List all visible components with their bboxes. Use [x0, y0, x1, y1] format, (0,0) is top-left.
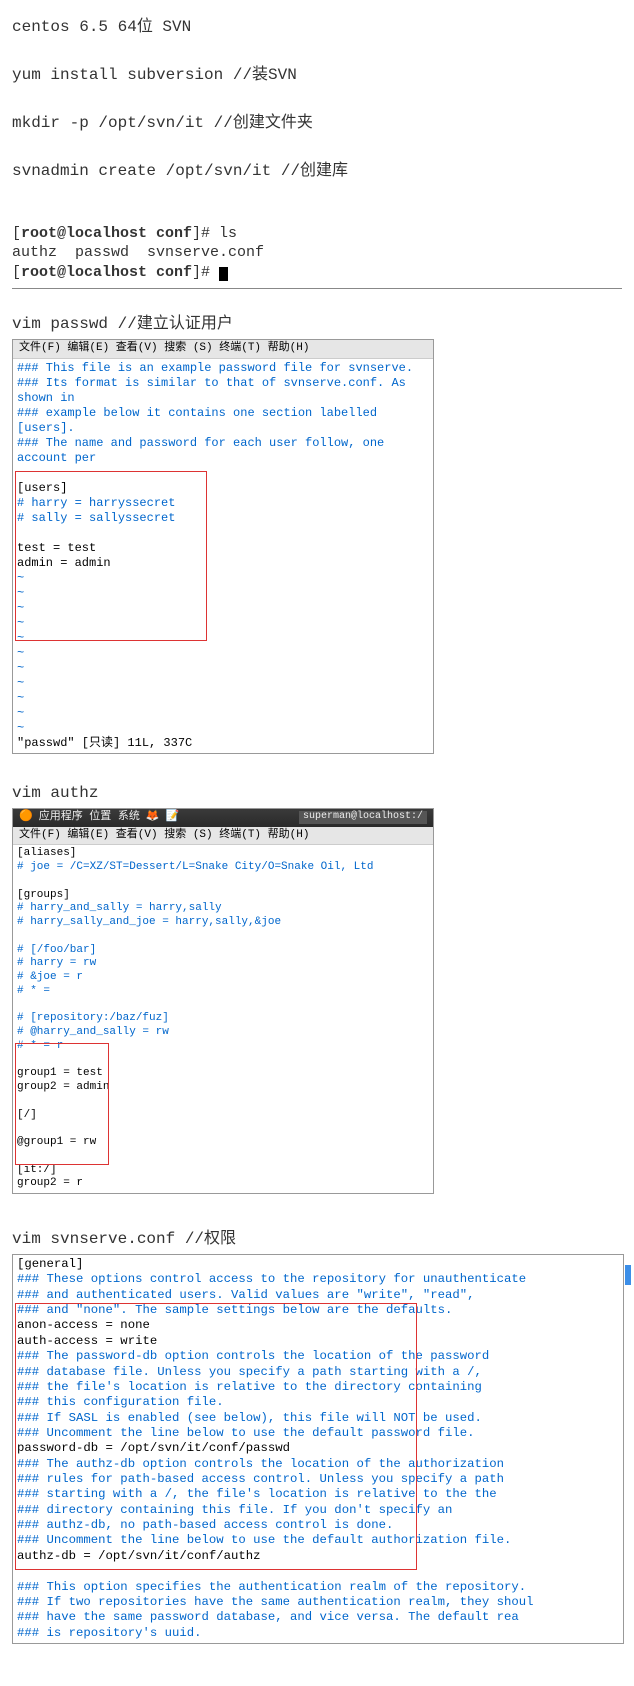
code-line: [groups] — [17, 889, 431, 903]
authz-content: [aliases]# joe = /C=XZ/ST=Dessert/L=Snak… — [13, 845, 433, 1193]
cmd-install: yum install subversion //装SVN — [12, 60, 622, 84]
code-line: # joe = /C=XZ/ST=Dessert/L=Snake City/O=… — [17, 861, 431, 875]
passwd-content: ### This file is an example password fil… — [13, 359, 433, 753]
code-line: ### Its format is similar to that of svn… — [17, 376, 431, 406]
cmd-svnadmin: svnadmin create /opt/svn/it //创建库 — [12, 156, 622, 180]
passwd-title: vim passwd //建立认证用户 — [12, 309, 622, 333]
code-line: [it:/] — [17, 1164, 431, 1178]
authz-title: vim authz — [12, 784, 622, 802]
passwd-highlight-box — [15, 471, 207, 641]
code-line: ### The name and password for each user … — [17, 436, 431, 466]
authz-highlight-box — [15, 1043, 109, 1165]
apps-icon: 🟠 — [19, 811, 33, 825]
code-line: # harry_and_sally = harry,sally — [17, 902, 431, 916]
code-line: ~ — [17, 661, 431, 676]
code-line: # harry_sally_and_joe = harry,sally,&joe — [17, 916, 431, 930]
code-line: # harry = rw — [17, 957, 431, 971]
code-line — [17, 875, 431, 889]
code-line: ~ — [17, 721, 431, 736]
authz-topbar[interactable]: 🟠 应用程序 位置 系统 🦊 📝 superman@localhost:/ — [13, 809, 433, 827]
code-line — [17, 999, 431, 1013]
code-line: ### This file is an example password fil… — [17, 361, 431, 376]
code-line: ### and authenticated users. Valid value… — [17, 1288, 621, 1303]
code-line: ~ — [17, 706, 431, 721]
cmd-mkdir: mkdir -p /opt/svn/it //创建文件夹 — [12, 108, 622, 132]
svnserve-screenshot: [general]### These options control acces… — [12, 1254, 624, 1644]
svnserve-highlight-box — [15, 1303, 417, 1570]
authz-screenshot: 🟠 应用程序 位置 系统 🦊 📝 superman@localhost:/ 文件… — [12, 808, 434, 1194]
svnserve-title: vim svnserve.conf //权限 — [12, 1224, 622, 1248]
code-line: ### This option specifies the authentica… — [17, 1580, 621, 1595]
authz-menubar[interactable]: 文件(F) 编辑(E) 查看(V) 搜索 (S) 终端(T) 帮助(H) — [13, 827, 433, 846]
code-line: ### If two repositories have the same au… — [17, 1595, 621, 1610]
code-line: [aliases] — [17, 847, 431, 861]
firefox-icon[interactable]: 🦊 — [146, 811, 160, 825]
code-line: ~ — [17, 646, 431, 661]
topbar-host-tag: superman@localhost:/ — [299, 811, 427, 824]
code-line: # * = — [17, 985, 431, 999]
note-icon[interactable]: 📝 — [166, 811, 180, 825]
code-line: ### example below it contains one sectio… — [17, 406, 431, 436]
topbar-text: 应用程序 位置 系统 — [39, 811, 140, 825]
code-line: ### have the same password database, and… — [17, 1610, 621, 1625]
code-line: ### is repository's uuid. — [17, 1626, 621, 1641]
code-line: # @harry_and_sally = rw — [17, 1026, 431, 1040]
code-line: group2 = r — [17, 1177, 431, 1191]
svnserve-content: [general]### These options control acces… — [13, 1255, 623, 1643]
code-line: ### These options control access to the … — [17, 1272, 621, 1287]
separator — [12, 288, 622, 289]
code-line: "passwd" [只读] 11L, 337C — [17, 736, 431, 751]
terminal-ls-output: [root@localhost conf]# ls authz passwd s… — [12, 204, 622, 282]
code-line: # [repository:/baz/fuz] — [17, 1012, 431, 1026]
code-line — [17, 930, 431, 944]
passwd-menubar[interactable]: 文件(F) 编辑(E) 查看(V) 搜索 (S) 终端(T) 帮助(H) — [13, 340, 433, 359]
scrollbar-stub[interactable] — [625, 1265, 631, 1285]
passwd-screenshot: 文件(F) 编辑(E) 查看(V) 搜索 (S) 终端(T) 帮助(H) ###… — [12, 339, 434, 754]
code-line: # [/foo/bar] — [17, 944, 431, 958]
code-line: # &joe = r — [17, 971, 431, 985]
terminal-cursor — [219, 267, 228, 281]
code-line: ~ — [17, 691, 431, 706]
code-line: ~ — [17, 676, 431, 691]
heading-line: centos 6.5 64位 SVN — [12, 12, 622, 36]
code-line: [general] — [17, 1257, 621, 1272]
